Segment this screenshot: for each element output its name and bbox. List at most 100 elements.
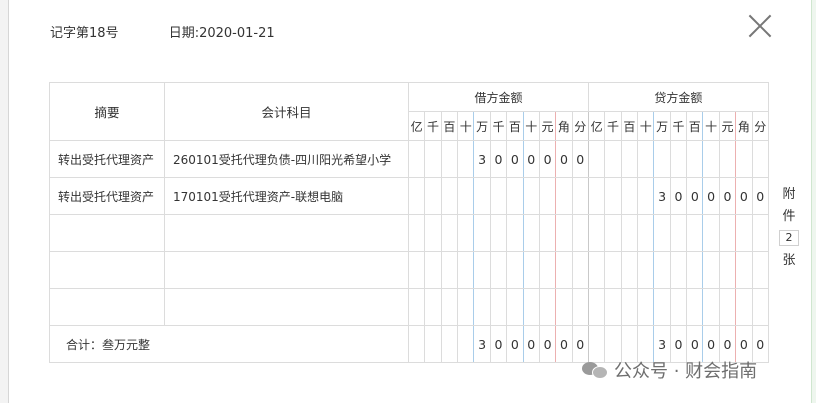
credit-digit-cell[interactable] xyxy=(702,288,720,326)
debit-digit-cell[interactable] xyxy=(538,177,557,215)
credit-digit-cell[interactable] xyxy=(587,177,606,215)
credit-digit-cell[interactable] xyxy=(686,140,704,178)
credit-digit-cell[interactable] xyxy=(604,177,622,215)
account-cell[interactable] xyxy=(164,251,409,289)
debit-digit-cell[interactable] xyxy=(489,288,508,326)
credit-digit-cell[interactable] xyxy=(686,288,704,326)
credit-digit-cell[interactable] xyxy=(735,288,753,326)
summary-cell[interactable]: 转出受托代理资产 xyxy=(49,140,165,178)
credit-digit-cell[interactable] xyxy=(604,140,622,178)
debit-digit-cell[interactable] xyxy=(489,251,508,289)
debit-digit-cell[interactable] xyxy=(538,214,557,252)
debit-digit-cell[interactable] xyxy=(555,288,573,326)
account-cell[interactable] xyxy=(164,288,409,326)
credit-digit-cell[interactable] xyxy=(669,214,688,252)
credit-digit-cell[interactable] xyxy=(620,288,639,326)
debit-digit-cell[interactable] xyxy=(555,177,573,215)
debit-digit-cell[interactable] xyxy=(457,288,475,326)
debit-digit-cell[interactable] xyxy=(407,288,426,326)
debit-digit-cell[interactable] xyxy=(457,177,475,215)
debit-digit-cell[interactable] xyxy=(555,251,573,289)
credit-digit-cell[interactable] xyxy=(587,251,606,289)
credit-digit-cell[interactable]: 0 xyxy=(669,177,688,215)
credit-digit-cell[interactable] xyxy=(587,288,606,326)
credit-digit-cell[interactable] xyxy=(653,251,671,289)
debit-digit-cell[interactable] xyxy=(538,251,557,289)
debit-digit-cell[interactable] xyxy=(440,288,459,326)
credit-digit-cell[interactable] xyxy=(702,140,720,178)
credit-digit-cell[interactable] xyxy=(686,214,704,252)
credit-digit-cell[interactable] xyxy=(620,214,639,252)
credit-digit-cell[interactable]: 0 xyxy=(735,177,753,215)
debit-digit-cell[interactable] xyxy=(506,214,524,252)
debit-digit-cell[interactable] xyxy=(424,251,442,289)
debit-digit-cell[interactable]: 0 xyxy=(538,140,557,178)
account-cell[interactable]: 260101受托代理负债-四川阳光希望小学 xyxy=(164,140,409,178)
credit-digit-cell[interactable] xyxy=(718,251,737,289)
credit-digit-cell[interactable] xyxy=(637,214,655,252)
credit-digit-cell[interactable] xyxy=(702,251,720,289)
debit-digit-cell[interactable] xyxy=(457,214,475,252)
credit-digit-cell[interactable] xyxy=(735,140,753,178)
credit-digit-cell[interactable] xyxy=(718,288,737,326)
debit-digit-cell[interactable] xyxy=(489,177,508,215)
debit-digit-cell[interactable] xyxy=(571,177,589,215)
debit-digit-cell[interactable] xyxy=(506,251,524,289)
credit-digit-cell[interactable]: 3 xyxy=(653,177,671,215)
debit-digit-cell[interactable] xyxy=(489,214,508,252)
credit-digit-cell[interactable] xyxy=(653,140,671,178)
credit-digit-cell[interactable] xyxy=(718,214,737,252)
debit-digit-cell[interactable] xyxy=(407,177,426,215)
summary-cell[interactable] xyxy=(49,288,165,326)
credit-digit-cell[interactable] xyxy=(751,288,769,326)
credit-digit-cell[interactable] xyxy=(735,251,753,289)
summary-cell[interactable]: 转出受托代理资产 xyxy=(49,177,165,215)
debit-digit-cell[interactable] xyxy=(440,177,459,215)
credit-digit-cell[interactable] xyxy=(620,140,639,178)
debit-digit-cell[interactable] xyxy=(571,214,589,252)
debit-digit-cell[interactable] xyxy=(457,251,475,289)
credit-digit-cell[interactable]: 0 xyxy=(751,177,769,215)
account-cell[interactable]: 170101受托代理资产-联想电脑 xyxy=(164,177,409,215)
debit-digit-cell[interactable]: 3 xyxy=(473,140,491,178)
credit-digit-cell[interactable] xyxy=(653,288,671,326)
debit-digit-cell[interactable] xyxy=(407,140,426,178)
debit-digit-cell[interactable] xyxy=(473,214,491,252)
credit-digit-cell[interactable] xyxy=(751,214,769,252)
credit-digit-cell[interactable]: 0 xyxy=(686,177,704,215)
credit-digit-cell[interactable] xyxy=(637,288,655,326)
debit-digit-cell[interactable]: 0 xyxy=(506,140,524,178)
debit-digit-cell[interactable] xyxy=(424,140,442,178)
credit-digit-cell[interactable] xyxy=(702,214,720,252)
credit-digit-cell[interactable] xyxy=(669,251,688,289)
debit-digit-cell[interactable]: 0 xyxy=(555,140,573,178)
attachment-count-field[interactable]: 2 xyxy=(779,230,799,246)
debit-digit-cell[interactable] xyxy=(522,251,540,289)
credit-digit-cell[interactable] xyxy=(620,251,639,289)
debit-digit-cell[interactable] xyxy=(457,140,475,178)
credit-digit-cell[interactable] xyxy=(604,288,622,326)
credit-digit-cell[interactable] xyxy=(686,251,704,289)
debit-digit-cell[interactable]: 0 xyxy=(571,140,589,178)
credit-digit-cell[interactable] xyxy=(604,214,622,252)
debit-digit-cell[interactable] xyxy=(522,177,540,215)
credit-digit-cell[interactable] xyxy=(604,251,622,289)
close-icon[interactable] xyxy=(748,14,772,38)
credit-digit-cell[interactable] xyxy=(735,214,753,252)
debit-digit-cell[interactable] xyxy=(571,288,589,326)
debit-digit-cell[interactable]: 0 xyxy=(489,140,508,178)
credit-digit-cell[interactable] xyxy=(669,288,688,326)
debit-digit-cell[interactable] xyxy=(424,288,442,326)
debit-digit-cell[interactable]: 0 xyxy=(522,140,540,178)
credit-digit-cell[interactable] xyxy=(751,251,769,289)
debit-digit-cell[interactable] xyxy=(473,177,491,215)
credit-digit-cell[interactable]: 0 xyxy=(702,177,720,215)
debit-digit-cell[interactable] xyxy=(555,214,573,252)
debit-digit-cell[interactable] xyxy=(440,140,459,178)
debit-digit-cell[interactable] xyxy=(424,177,442,215)
credit-digit-cell[interactable] xyxy=(637,140,655,178)
debit-digit-cell[interactable] xyxy=(440,214,459,252)
credit-digit-cell[interactable] xyxy=(653,214,671,252)
debit-digit-cell[interactable] xyxy=(440,251,459,289)
credit-digit-cell[interactable]: 0 xyxy=(718,177,737,215)
